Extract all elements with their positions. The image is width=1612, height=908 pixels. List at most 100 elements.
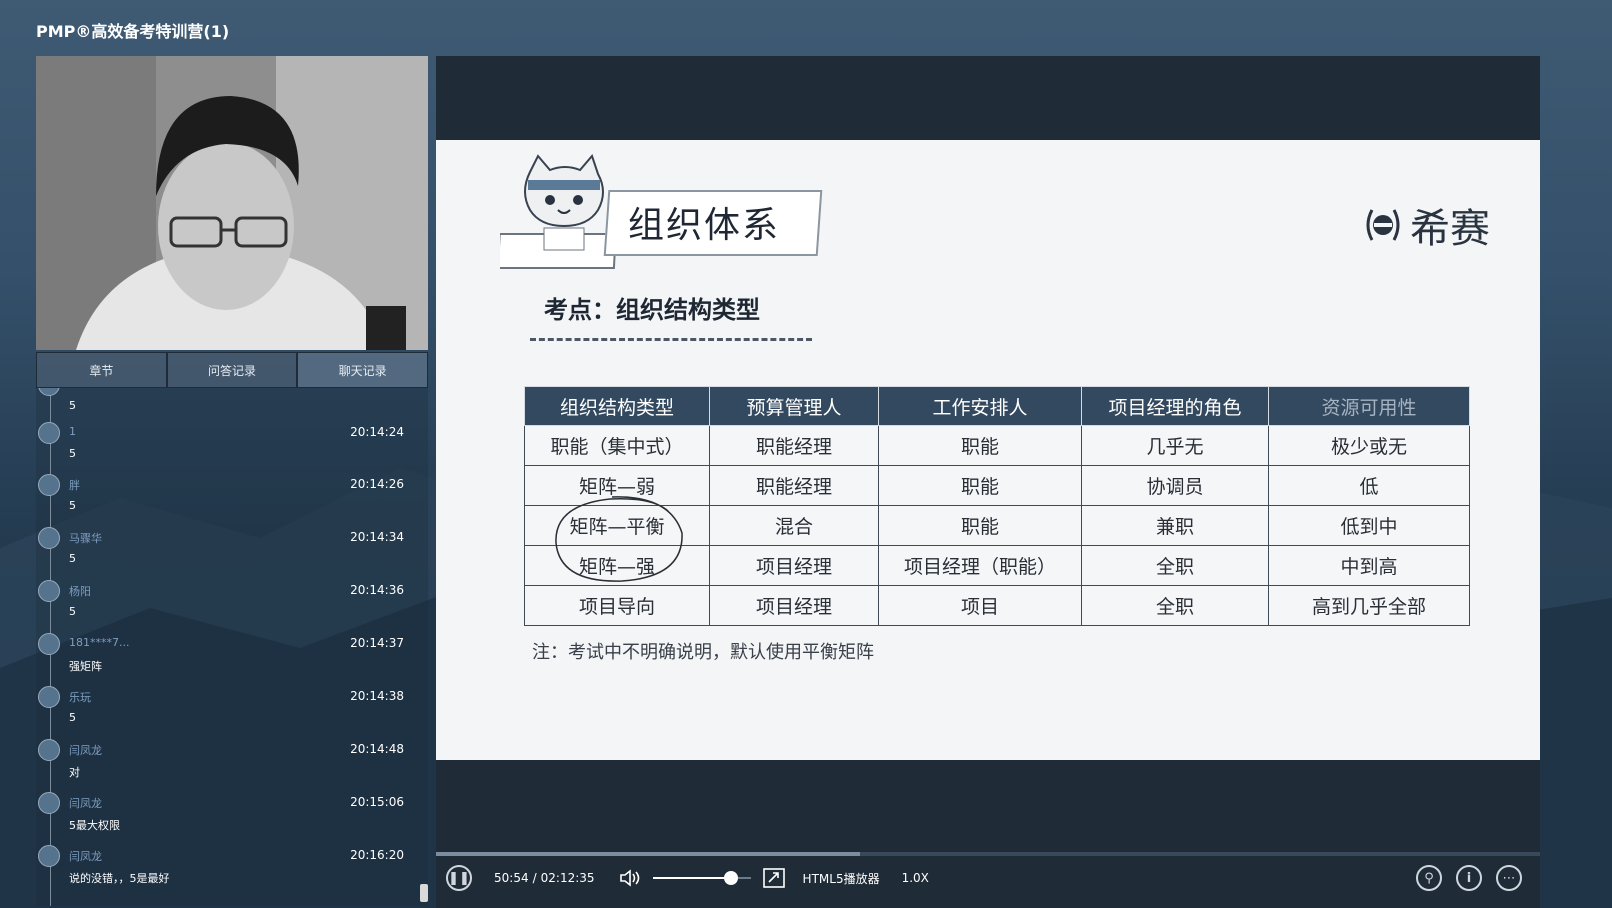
table-header: 项目经理的角色 [1081, 386, 1269, 426]
chat-username[interactable]: 闫凤龙 [69, 795, 102, 811]
tab-chat-records[interactable]: 聊天记录 [297, 352, 429, 388]
avatar [38, 388, 60, 396]
table-cell: 项目 [878, 585, 1082, 626]
table-cell: 项目经理 [709, 585, 879, 626]
chat-message: 1 20:14:24 5 [36, 422, 416, 474]
chat-text: 5 [69, 552, 76, 565]
slide-note: 注：考试中不明确说明，默认使用平衡矩阵 [532, 642, 874, 663]
table-header: 资源可用性 [1268, 386, 1470, 426]
chat-username[interactable]: 马骤华 [69, 530, 102, 546]
app-title: PMP®高效备考特训营(1) [36, 22, 230, 41]
player-mode-label[interactable]: HTML5播放器 [803, 870, 880, 887]
avatar [38, 580, 60, 602]
pause-button[interactable]: ❚❚ [446, 865, 472, 891]
chat-text: 5 [69, 447, 76, 460]
player-controls: ❚❚ 50:54 / 02:12:35 HTML5播放器 1.0X [446, 861, 929, 895]
volume-icon[interactable] [619, 868, 643, 888]
playback-speed[interactable]: 1.0X [902, 871, 929, 885]
slide-title: 组织体系 [628, 205, 781, 246]
progress-fill [436, 852, 860, 856]
search-zoom-icon: ⚲ [1424, 870, 1434, 886]
chat-message: 闫凤龙 20:15:06 5最大权限 [36, 792, 416, 844]
info-icon: i [1466, 870, 1472, 886]
table-cell: 职能 [878, 465, 1082, 506]
search-zoom-button[interactable]: ⚲ [1416, 865, 1442, 891]
table-cell: 低到中 [1268, 505, 1470, 546]
chat-time: 20:14:34 [350, 530, 404, 544]
camera-feed [36, 56, 428, 350]
section-heading: 考点：组织结构类型 [544, 296, 760, 324]
chat-message: 胖 20:14:26 5 [36, 474, 416, 526]
avatar [38, 739, 60, 761]
chat-time: 20:14:24 [350, 425, 404, 439]
volume-knob[interactable] [723, 871, 738, 885]
chat-message: 乐玩 20:14:38 5 [36, 686, 416, 738]
table-cell: 项目经理（职能） [878, 545, 1082, 586]
presenter-video [36, 56, 428, 350]
chat-time: 20:14:38 [350, 689, 404, 703]
chat-username[interactable]: 181****7... [69, 636, 129, 649]
table-cell: 职能（集中式） [524, 425, 710, 466]
chat-username[interactable]: 胖 [69, 477, 80, 493]
brand-logo-icon [1366, 209, 1400, 241]
chat-username[interactable]: 乐玩 [69, 689, 91, 705]
table-header: 工作安排人 [878, 386, 1082, 426]
table-header-row: 组织结构类型 预算管理人 工作安排人 项目经理的角色 资源可用性 [524, 386, 1470, 426]
table-row: 项目导向 项目经理 项目 全职 高到几乎全部 [524, 585, 1470, 626]
chat-text: 强矩阵 [69, 660, 102, 673]
time-separator: / [532, 871, 537, 885]
chat-username[interactable]: 1 [69, 425, 76, 438]
chat-message: 杨阳 20:14:36 5 [36, 580, 416, 632]
chat-time: 20:14:36 [350, 583, 404, 597]
chat-time: 20:15:06 [350, 795, 404, 809]
volume-fill [652, 877, 731, 879]
chat-text: 5 [69, 711, 76, 724]
chat-text: 5 [69, 605, 76, 618]
chat-message: 5 [36, 388, 416, 426]
tab-qa-records[interactable]: 问答记录 [166, 352, 298, 388]
table-cell: 项目导向 [524, 585, 710, 626]
chat-text: 对 [69, 766, 80, 779]
chat-time: 20:14:37 [350, 636, 404, 650]
table-cell: 职能经理 [709, 425, 879, 466]
total-time: 02:12:35 [540, 871, 595, 885]
chat-scrollbar[interactable] [420, 884, 428, 902]
avatar [38, 845, 60, 867]
table-row: 职能（集中式） 职能经理 职能 几乎无 极少或无 [524, 425, 1470, 466]
info-button[interactable]: i [1456, 865, 1482, 891]
more-button[interactable]: ⋯ [1496, 865, 1522, 891]
table-cell: 混合 [709, 505, 879, 546]
player-right-controls: ⚲ i ⋯ [1416, 861, 1522, 895]
table-cell: 全职 [1081, 585, 1269, 626]
fullscreen-icon[interactable] [762, 868, 785, 888]
chat-username[interactable]: 闫凤龙 [69, 742, 102, 758]
chat-username[interactable]: 闫凤龙 [69, 848, 102, 864]
table-header: 组织结构类型 [524, 386, 710, 426]
pause-icon: ❚❚ [448, 870, 470, 886]
table-cell: 低 [1268, 465, 1470, 506]
chat-list[interactable]: 5 1 20:14:24 5 胖 20:14:26 5 马骤华 20:14:34… [36, 388, 428, 906]
chat-username[interactable]: 杨阳 [69, 583, 91, 599]
chat-text: 5 [69, 499, 76, 512]
table-cell: 中到高 [1268, 545, 1470, 586]
chat-message: 闫凤龙 20:16:20 说的没错，，5是最好 [36, 845, 416, 897]
table-header: 预算管理人 [709, 386, 879, 426]
chat-text: 5最大权限 [69, 819, 120, 832]
chat-message: 马骤华 20:14:34 5 [36, 527, 416, 579]
chat-message: 闫凤龙 20:14:48 对 [36, 739, 416, 791]
sidebar-tabs: 章节 问答记录 聊天记录 [36, 352, 429, 388]
table-cell: 兼职 [1081, 505, 1269, 546]
table-cell: 职能 [878, 425, 1082, 466]
avatar [38, 792, 60, 814]
section-underline [530, 338, 812, 341]
chat-time: 20:14:48 [350, 742, 404, 756]
hand-drawn-circle-annotation [555, 496, 683, 582]
more-icon: ⋯ [1502, 870, 1516, 886]
chat-time: 20:14:26 [350, 477, 404, 491]
table-cell: 高到几乎全部 [1268, 585, 1470, 626]
table-cell: 几乎无 [1081, 425, 1269, 466]
volume-slider[interactable] [652, 871, 751, 885]
avatar [38, 474, 60, 496]
slide: 组织体系 希赛 考点：组织结构类型 组织结构类型 预算管理人 工作安排人 项目经… [436, 140, 1540, 760]
tab-chapters[interactable]: 章节 [36, 352, 167, 388]
